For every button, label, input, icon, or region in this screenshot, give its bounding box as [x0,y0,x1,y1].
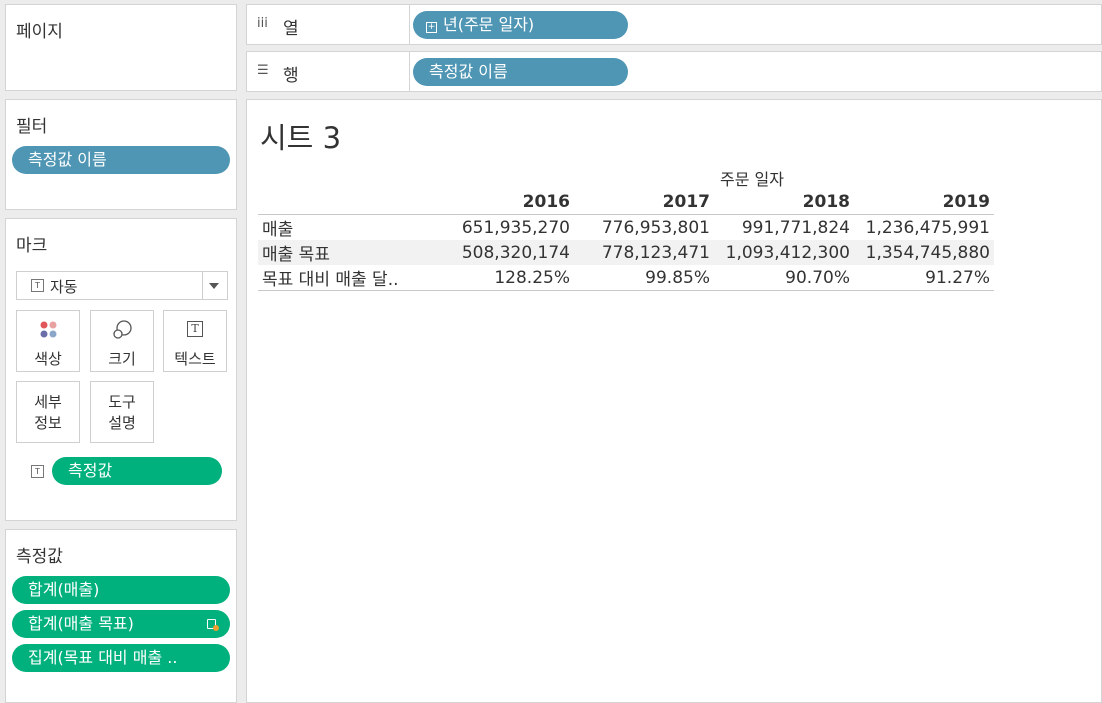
year-header[interactable]: 2017 [574,190,714,215]
sheet-title: 시트 3 [260,121,342,155]
calc-warning-icon [207,619,219,631]
marks-card: 마크 T 자동 색상 크기 T 텍스트 세부 정보 도구 설명 T 측정값 [5,218,237,521]
mark-type-value: 자동 [50,278,78,296]
text-encoding-pill[interactable]: 측정값 [52,457,222,485]
table-cell[interactable]: 1,354,745,880 [854,240,994,265]
table-cell[interactable]: 508,320,174 [434,240,574,265]
tooltip-button[interactable]: 도구 설명 [90,381,154,443]
text-encoding-icon: T [31,465,44,478]
detail-button[interactable]: 세부 정보 [16,381,80,443]
table-cell[interactable]: 991,771,824 [714,214,854,240]
rows-label: 행 [283,66,299,86]
table-cell[interactable]: 91.27% [854,265,994,291]
crosstab-table: 주문 일자 2016 2017 2018 2019 매출 651,935,270… [258,166,994,291]
columns-pill-label: 년(주문 일자) [443,15,535,34]
measure-pill-sales-target[interactable]: 합계(매출 목표) [12,610,230,638]
columns-icon: iii [257,16,268,31]
rows-icon: ☰ [257,63,269,78]
shelf-divider [409,5,410,44]
columns-label: 열 [283,19,299,39]
color-button[interactable]: 색상 [16,310,80,372]
filter-pill-measure-names[interactable]: 측정값 이름 [12,146,230,174]
chevron-down-icon [209,283,219,289]
row-label[interactable]: 매출 [258,214,434,240]
table-cell[interactable]: 1,093,412,300 [714,240,854,265]
table-cell[interactable]: 778,123,471 [574,240,714,265]
table-row: 매출 651,935,270 776,953,801 991,771,824 1… [258,214,994,240]
filters-card[interactable]: 필터 측정값 이름 [5,99,237,210]
columns-shelf[interactable]: iii 열 + 년(주문 일자) [246,4,1102,45]
shelf-divider [409,52,410,91]
rows-shelf[interactable]: ☰ 행 측정값 이름 [246,51,1102,92]
tooltip-label-line2: 설명 [108,414,136,432]
row-label[interactable]: 매출 목표 [258,240,434,265]
text-mark-icon: T [31,279,44,292]
size-icon [112,319,134,341]
dropdown-divider [202,272,203,299]
measure-values-title: 측정값 [16,547,63,567]
table-cell[interactable]: 776,953,801 [574,214,714,240]
measure-values-card: 측정값 합계(매출) 합계(매출 목표) 집계(목표 대비 매출 .. [5,529,237,703]
rows-pill-measure-names[interactable]: 측정값 이름 [413,58,628,86]
table-cell[interactable]: 128.25% [434,265,574,291]
table-cell[interactable]: 651,935,270 [434,214,574,240]
mark-type-dropdown[interactable]: T 자동 [16,271,228,300]
table-cell[interactable]: 90.70% [714,265,854,291]
table-row: 목표 대비 매출 달.. 128.25% 99.85% 90.70% 91.27… [258,265,994,291]
size-button[interactable]: 크기 [90,310,154,372]
columns-pill-order-year[interactable]: + 년(주문 일자) [413,11,628,39]
table-cell[interactable]: 99.85% [574,265,714,291]
year-header[interactable]: 2018 [714,190,854,215]
year-header[interactable]: 2016 [434,190,574,215]
text-icon: T [187,321,203,337]
marks-title: 마크 [16,236,48,256]
tooltip-label-line1: 도구 [108,393,136,411]
expand-icon: + [426,22,437,33]
size-label: 크기 [108,350,136,368]
row-label[interactable]: 목표 대비 매출 달.. [258,265,434,291]
pages-card[interactable]: 페이지 [5,4,237,91]
measure-pill-sales-target-label: 합계(매출 목표) [28,614,134,633]
color-icon [39,320,59,340]
year-header[interactable]: 2019 [854,190,994,215]
measure-pill-target-ratio[interactable]: 집계(목표 대비 매출 .. [12,644,230,672]
table-row: 매출 목표 508,320,174 778,123,471 1,093,412,… [258,240,994,265]
detail-label-line2: 정보 [34,414,62,432]
detail-label-line1: 세부 [34,393,62,411]
filters-title: 필터 [16,117,48,137]
text-label: 텍스트 [174,350,216,368]
table-cell[interactable]: 1,236,475,991 [854,214,994,240]
measure-pill-sales[interactable]: 합계(매출) [12,576,230,604]
text-button[interactable]: T 텍스트 [163,310,227,372]
column-header-order-date: 주문 일자 [720,170,784,189]
pages-title: 페이지 [16,22,63,42]
color-label: 색상 [34,350,62,368]
